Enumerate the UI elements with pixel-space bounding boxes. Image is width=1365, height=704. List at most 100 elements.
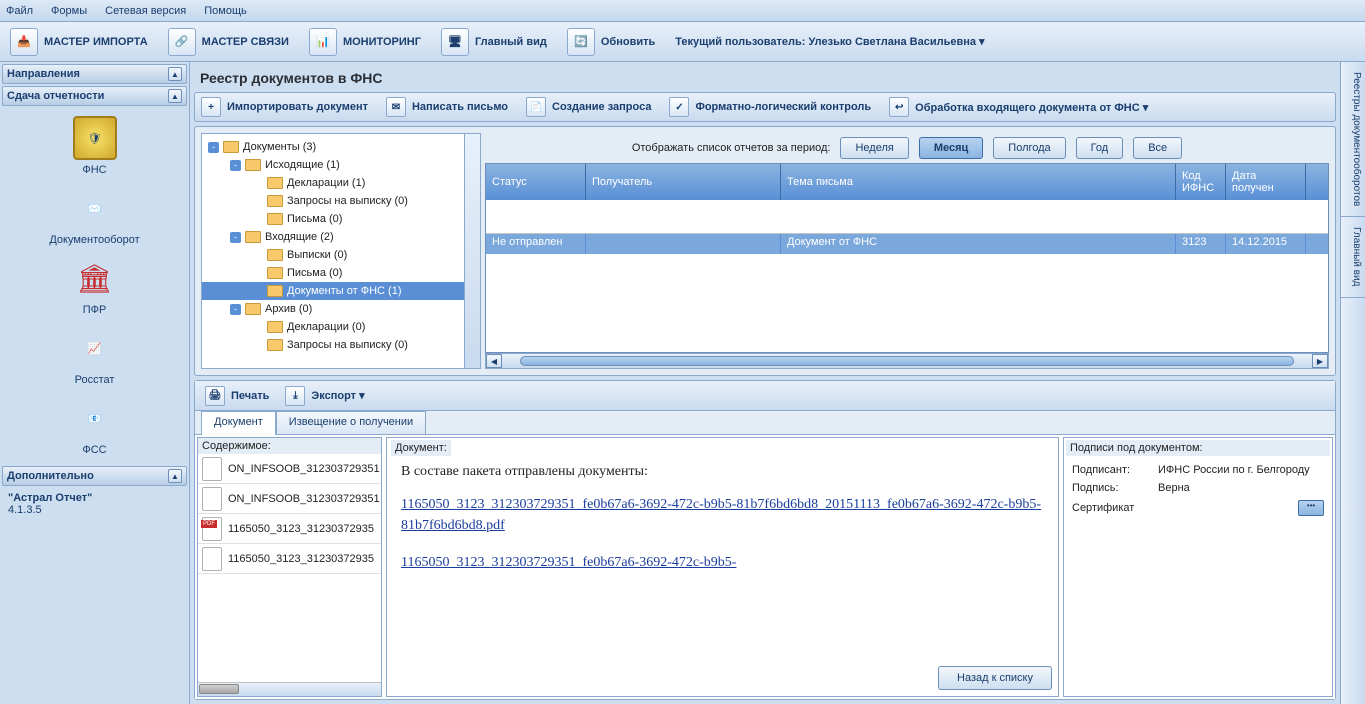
folder-icon xyxy=(267,339,283,351)
export-label: Экспорт ▾ xyxy=(311,389,364,402)
scroll-left-icon[interactable]: ◀ xyxy=(486,354,502,368)
letter-icon: ✉ xyxy=(386,97,406,117)
grid-cell: Не отправлен xyxy=(486,234,586,254)
sidebar-item-fss[interactable]: 📧 ФСС xyxy=(73,396,117,456)
sidebar-item-docflow[interactable]: ✉️ Документооборот xyxy=(49,186,139,246)
chevron-up-icon[interactable]: ▲ xyxy=(168,67,182,81)
create-request-button[interactable]: 📄Создание запроса xyxy=(526,97,651,117)
file-name-label: ON_INFSOOB_312303729351 xyxy=(228,493,380,505)
signature-status-value: Верна xyxy=(1158,482,1190,494)
file-item[interactable]: 1165050_3123_31230372935 xyxy=(198,544,381,574)
reporting-header[interactable]: Сдача отчетности ▲ xyxy=(2,86,187,106)
doc-file-icon xyxy=(202,547,222,571)
folder-icon xyxy=(267,213,283,225)
file-item[interactable]: ON_INFSOOB_312303729351 xyxy=(198,454,381,484)
back-to-list-button[interactable]: Назад к списку xyxy=(938,666,1052,690)
tree-node[interactable]: -Архив (0) xyxy=(202,300,480,318)
tree-node[interactable]: Выписки (0) xyxy=(202,246,480,264)
tree-node[interactable]: Письма (0) xyxy=(202,210,480,228)
menu-help[interactable]: Помощь xyxy=(204,5,247,17)
tab-receipt[interactable]: Извещение о получении xyxy=(276,411,426,435)
grid-row[interactable]: Не отправленДокумент от ФНС312314.12.201… xyxy=(486,234,1328,254)
main-view-label: Главный вид xyxy=(475,36,547,48)
tree-node[interactable]: -Входящие (2) xyxy=(202,228,480,246)
tree-node[interactable]: Письма (0) xyxy=(202,264,480,282)
doc-link-1[interactable]: 1165050_3123_312303729351_fe0b67a6-3692-… xyxy=(401,497,1041,533)
filter-button-Год[interactable]: Год xyxy=(1076,137,1124,159)
scroll-right-icon[interactable]: ▶ xyxy=(1312,354,1328,368)
scroll-thumb[interactable] xyxy=(520,356,1294,366)
upper-panel: -Документы (3)-Исходящие (1)Декларации (… xyxy=(194,126,1336,376)
docflow-icon: ✉️ xyxy=(72,186,116,230)
extra-header[interactable]: Дополнительно ▲ xyxy=(2,466,187,486)
doc-link-2[interactable]: 1165050_3123_312303729351_fe0b67a6-3692-… xyxy=(401,555,736,570)
process-incoming-button[interactable]: ↩Обработка входящего документа от ФНС ▾ xyxy=(889,97,1148,117)
vert-tab-registries[interactable]: Реестры документооборотов xyxy=(1341,62,1365,217)
file-item[interactable]: ON_INFSOOB_312303729351 xyxy=(198,484,381,514)
connection-master-button[interactable]: 🔗 МАСТЕР СВЯЗИ xyxy=(164,26,293,58)
horizontal-scrollbar[interactable]: ◀ ▶ xyxy=(485,353,1329,369)
doc-file-icon xyxy=(202,457,222,481)
filter-button-Все[interactable]: Все xyxy=(1133,137,1182,159)
action-bar: +Импортировать документ ✉Написать письмо… xyxy=(194,92,1336,122)
tree-node[interactable]: Запросы на выписку (0) xyxy=(202,192,480,210)
tree-node[interactable]: -Исходящие (1) xyxy=(202,156,480,174)
sidebar-item-label: Росстат xyxy=(75,374,115,386)
tree-node[interactable]: Декларации (0) xyxy=(202,318,480,336)
refresh-button[interactable]: 🔄 Обновить xyxy=(563,26,659,58)
grid-col-header[interactable]: Код ИФНС xyxy=(1176,164,1226,200)
tree-node[interactable]: Запросы на выписку (0) xyxy=(202,336,480,354)
tree-toggle-icon[interactable]: - xyxy=(230,160,241,171)
sidebar-item-pfr[interactable]: 🏛 ПФР xyxy=(73,256,117,316)
folder-icon xyxy=(223,141,239,153)
tree-toggle-icon[interactable]: - xyxy=(208,142,219,153)
print-label: Печать xyxy=(231,390,269,402)
grid-col-header[interactable]: Получатель xyxy=(586,164,781,200)
chevron-up-icon[interactable]: ▲ xyxy=(168,89,182,103)
menu-file[interactable]: Файл xyxy=(6,5,33,17)
tree-node[interactable]: - Документы (3) xyxy=(202,138,480,156)
tree-scrollbar[interactable] xyxy=(464,134,480,368)
tree-toggle-icon[interactable]: - xyxy=(230,304,241,315)
filter-button-Месяц[interactable]: Месяц xyxy=(919,137,983,159)
sidebar-item-fns[interactable]: 🛡 ФНС xyxy=(73,116,117,176)
sidebar-item-rosstat[interactable]: 📈 Росстат xyxy=(73,326,117,386)
center-pane: Реестр документов в ФНС +Импортировать д… xyxy=(190,62,1340,704)
menu-forms[interactable]: Формы xyxy=(51,5,87,17)
tree-node-label: Запросы на выписку (0) xyxy=(287,339,408,351)
grid-col-header[interactable]: Статус xyxy=(486,164,586,200)
write-letter-button[interactable]: ✉Написать письмо xyxy=(386,97,508,117)
signature-status-row: Подпись: Верна xyxy=(1072,482,1324,494)
tree-node[interactable]: Декларации (1) xyxy=(202,174,480,192)
menu-network[interactable]: Сетевая версия xyxy=(105,5,186,17)
grid-cell xyxy=(586,234,781,254)
grid-col-header[interactable]: Тема письма xyxy=(781,164,1176,200)
sidebar-left: Направления ▲ Сдача отчетности ▲ 🛡 ФНС ✉… xyxy=(0,62,190,704)
chevron-up-icon[interactable]: ▲ xyxy=(168,469,182,483)
import-master-button[interactable]: 📥 МАСТЕР ИМПОРТА xyxy=(6,26,152,58)
tree-node[interactable]: Документы от ФНС (1) xyxy=(202,282,480,300)
certificate-button[interactable]: ••• xyxy=(1298,500,1324,516)
print-button[interactable]: 🖨 Печать xyxy=(205,386,269,406)
connection-icon: 🔗 xyxy=(168,28,196,56)
filter-button-Неделя[interactable]: Неделя xyxy=(840,137,908,159)
connection-master-label: МАСТЕР СВЯЗИ xyxy=(202,36,289,48)
monitoring-button[interactable]: 📊 МОНИТОРИНГ xyxy=(305,26,425,58)
tab-document[interactable]: Документ xyxy=(201,411,276,435)
print-icon: 🖨 xyxy=(205,386,225,406)
main-view-button[interactable]: 🖥 Главный вид xyxy=(437,26,551,58)
directions-header[interactable]: Направления ▲ xyxy=(2,64,187,84)
tree-toggle-icon[interactable]: - xyxy=(230,232,241,243)
fns-icon: 🛡 xyxy=(73,116,117,160)
import-doc-button[interactable]: +Импортировать документ xyxy=(201,97,368,117)
tree-node-label: Документы (3) xyxy=(243,141,316,153)
export-button[interactable]: ⤓Экспорт ▾ xyxy=(285,386,364,406)
current-user-dropdown[interactable]: Текущий пользователь: Улезько Светлана В… xyxy=(671,33,988,50)
file-item[interactable]: 1165050_3123_31230372935 xyxy=(198,514,381,544)
folder-icon xyxy=(245,231,261,243)
filter-button-Полгода[interactable]: Полгода xyxy=(993,137,1065,159)
vert-tab-main-view[interactable]: Главный вид xyxy=(1341,217,1365,297)
format-control-button[interactable]: ✓Форматно-логический контроль xyxy=(669,97,871,117)
grid-col-header[interactable]: Дата получен xyxy=(1226,164,1306,200)
file-list-scrollbar[interactable] xyxy=(198,682,381,696)
